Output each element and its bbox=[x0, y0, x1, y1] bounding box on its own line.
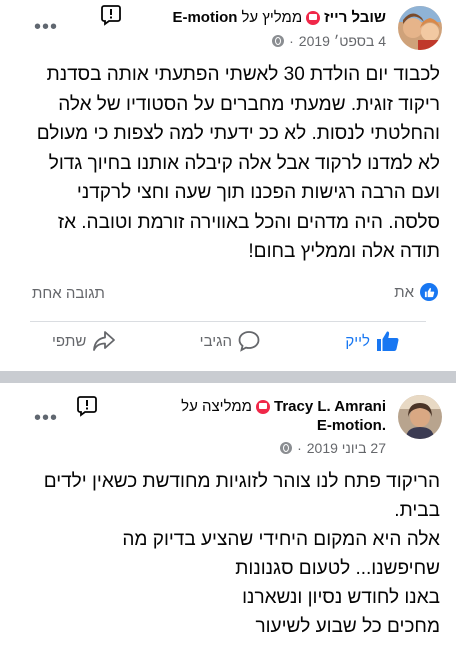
author-avatar[interactable] bbox=[398, 6, 442, 50]
report-flag-icon[interactable] bbox=[100, 4, 122, 26]
post-actions: לייק הגיבי שתפי bbox=[0, 330, 456, 364]
post-date[interactable]: 27 ביוני 2019 bbox=[307, 440, 386, 456]
body-line: והחלטתי לנסות. לא ככ ידעתי למה לצפות כי … bbox=[36, 123, 440, 144]
thumbs-up-icon bbox=[377, 331, 399, 351]
post-meta: 4 בספט׳ 2019 · bbox=[272, 33, 386, 49]
report-flag-icon[interactable] bbox=[76, 395, 98, 417]
comment-count[interactable]: תגובה אחת bbox=[32, 283, 105, 305]
comment-bubble-icon bbox=[238, 331, 260, 352]
body-line: ריקוד זוגית. שמעתי מחברים על הסטודיו של … bbox=[58, 93, 440, 115]
share-button-label: שתפי bbox=[52, 332, 87, 350]
post-meta: 27 ביוני 2019 · bbox=[280, 440, 386, 456]
body-line: בבית. bbox=[394, 500, 440, 521]
body-line: לכבוד יום הולדת 30 לאשתי הפתעתי אותה בסד… bbox=[46, 64, 440, 85]
divider bbox=[30, 321, 426, 322]
like-reaction-icon bbox=[420, 283, 438, 301]
post-header: Tracy L. Amrani ממליצה על E-motion. 27 ב… bbox=[0, 383, 456, 456]
post-date[interactable]: 4 בספט׳ 2019 bbox=[299, 33, 386, 49]
recommend-icon bbox=[256, 399, 270, 414]
body-line: שחיפשנו... לטעום סגנונות bbox=[235, 558, 440, 579]
page-name[interactable]: E-motion. bbox=[317, 417, 386, 434]
body-line: תודה אלה וממליץ בחום! bbox=[248, 241, 440, 262]
like-count[interactable]: את bbox=[394, 283, 438, 301]
body-line: ועם הרבה רגישות הפכנו תוך שעה וחצי לרקדנ… bbox=[76, 182, 440, 203]
body-line: לא למדנו לרקוד אבל אלה קיבלה אותנו בחיוך… bbox=[48, 152, 440, 174]
like-button[interactable]: לייק bbox=[345, 330, 400, 352]
author-name[interactable]: שובל רייז bbox=[324, 9, 386, 26]
comment-button[interactable]: הגיבי bbox=[200, 330, 260, 352]
review-post-2: Tracy L. Amrani ממליצה על E-motion. 27 ב… bbox=[0, 383, 456, 647]
like-count-label: את bbox=[394, 283, 414, 301]
author-avatar[interactable] bbox=[398, 395, 442, 439]
recommends-label: ממליצה על bbox=[181, 398, 252, 415]
more-options-icon[interactable]: ••• bbox=[34, 408, 58, 428]
author-line: Tracy L. Amrani ממליצה על bbox=[181, 398, 386, 415]
page-line: E-motion. bbox=[317, 417, 386, 434]
recommend-icon bbox=[306, 10, 321, 25]
body-line: באנו לחודש נסיון ונשארנו bbox=[242, 587, 440, 608]
globe-icon bbox=[272, 35, 285, 47]
body-line: הריקוד פתח לנו צוהר לזוגיות מחודשת כשאין… bbox=[43, 471, 440, 492]
post-separator bbox=[0, 371, 456, 383]
share-button[interactable]: שתפי bbox=[52, 330, 116, 352]
share-arrow-icon bbox=[93, 331, 116, 351]
recommends-label: ממליץ על bbox=[241, 9, 303, 26]
page-name[interactable]: E-motion bbox=[172, 9, 237, 26]
body-line: מחכים כל שבוע לשיעור bbox=[255, 616, 440, 637]
post-body: לכבוד יום הולדת 30 לאשתי הפתעתי אותה בסד… bbox=[12, 60, 440, 267]
like-button-label: לייק bbox=[345, 332, 370, 350]
reaction-counts: את תגובה אחת bbox=[0, 283, 456, 313]
comment-button-label: הגיבי bbox=[199, 332, 232, 350]
more-options-icon[interactable]: ••• bbox=[34, 17, 58, 37]
body-line: סלסה. היה מדהים והכל באווירה זורמת וטובה… bbox=[57, 211, 440, 233]
author-name[interactable]: Tracy L. Amrani bbox=[274, 398, 386, 415]
post-body: הריקוד פתח לנו צוהר לזוגיות מחודשת כשאין… bbox=[12, 467, 440, 641]
review-post-1: שובל רייז ממליץ על E-motion 4 בספט׳ 2019… bbox=[0, 0, 456, 371]
body-line: אלה היא המקום היחידי שהציע בדיוק מה bbox=[122, 529, 440, 550]
globe-icon bbox=[280, 442, 293, 454]
author-line: שובל רייז ממליץ על E-motion bbox=[172, 9, 386, 26]
post-header: שובל רייז ממליץ על E-motion 4 בספט׳ 2019… bbox=[0, 0, 456, 60]
